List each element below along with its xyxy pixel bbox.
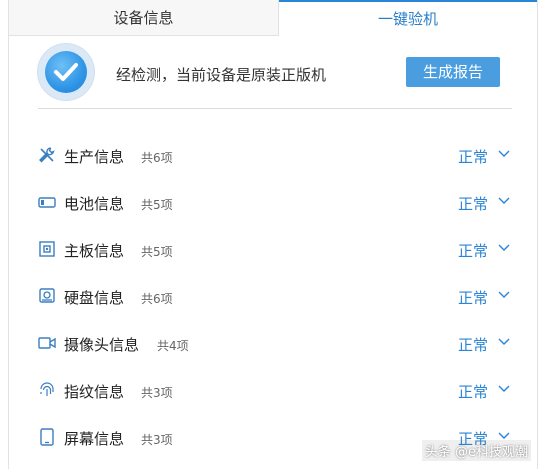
info-row-camera[interactable]: 摄像头信息 共4项 正常 [38, 328, 516, 358]
verified-check-icon [38, 44, 94, 100]
row-status: 正常 [458, 242, 489, 260]
chevron-down-icon[interactable] [498, 150, 510, 158]
row-count: 共6项 [141, 151, 173, 165]
chevron-down-icon[interactable] [498, 291, 510, 299]
info-row-battery[interactable]: 电池信息 共5项 正常 [38, 187, 516, 217]
row-title: 生产信息 [64, 148, 125, 166]
info-row-motherboard[interactable]: 主板信息 共5项 正常 [38, 234, 516, 264]
info-row-production[interactable]: 生产信息 共6项 正常 [38, 140, 516, 170]
row-status: 正常 [458, 148, 489, 166]
row-count: 共5项 [141, 245, 173, 259]
row-count: 共5项 [141, 198, 173, 212]
row-title: 硬盘信息 [64, 289, 125, 307]
row-title: 主板信息 [64, 242, 125, 260]
disk-icon [38, 287, 56, 305]
tab-one-click-inspection[interactable]: 一键验机 [279, 0, 537, 36]
info-row-fingerprint[interactable]: 指纹信息 共3项 正常 [38, 375, 516, 405]
camera-icon [38, 334, 56, 352]
fingerprint-icon [38, 381, 56, 399]
divider [38, 108, 512, 109]
row-count: 共3项 [141, 433, 173, 447]
chevron-down-icon[interactable] [498, 385, 510, 393]
row-count: 共4项 [157, 339, 189, 353]
chevron-down-icon[interactable] [498, 338, 510, 346]
generate-report-button[interactable]: 生成报告 [406, 57, 500, 87]
chevron-down-icon[interactable] [498, 197, 510, 205]
result-message: 经检测，当前设备是原装正版机 [116, 66, 327, 84]
info-row-disk[interactable]: 硬盘信息 共6项 正常 [38, 281, 516, 311]
chevron-down-icon[interactable] [498, 244, 510, 252]
row-title: 摄像头信息 [64, 336, 140, 354]
watermark: 头条 @e科技观潮 [421, 440, 531, 461]
row-status: 正常 [458, 383, 489, 401]
screen-icon [38, 428, 56, 446]
row-count: 共6项 [141, 292, 173, 306]
inspection-result: 经检测，当前设备是原装正版机 生成报告 [30, 42, 512, 108]
chip-icon [38, 240, 56, 258]
row-count: 共3项 [141, 386, 173, 400]
row-status: 正常 [458, 336, 489, 354]
tab-device-info[interactable]: 设备信息 [9, 0, 279, 36]
row-title: 指纹信息 [64, 383, 125, 401]
row-status: 正常 [458, 195, 489, 213]
tools-icon [38, 146, 56, 164]
tab-bar: 设备信息 一键验机 [9, 0, 537, 36]
row-title: 电池信息 [64, 195, 125, 213]
battery-icon [38, 193, 56, 211]
chevron-down-icon[interactable] [498, 432, 510, 440]
row-status: 正常 [458, 289, 489, 307]
row-title: 屏幕信息 [64, 430, 125, 448]
